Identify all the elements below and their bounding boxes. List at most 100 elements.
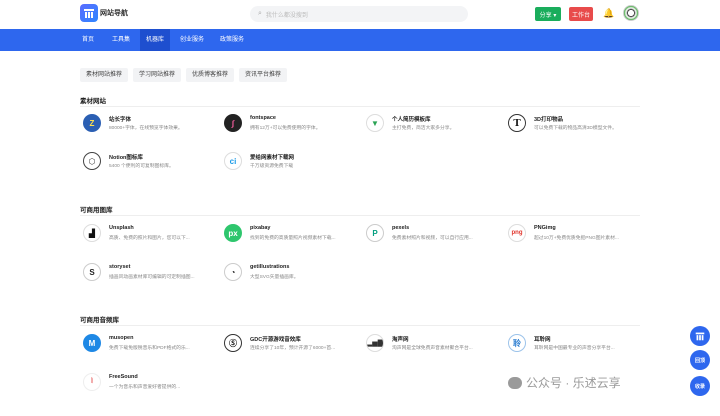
- site-card-title: 爱给网素材下载网: [250, 155, 295, 161]
- section-title: 素材网站: [80, 98, 106, 105]
- search-placeholder: 我什么都没搜到: [265, 12, 308, 19]
- site-card-desc: 5400 个便利的可复制图标库。: [109, 164, 174, 169]
- site-card-title: FreeSound: [109, 374, 138, 380]
- section-divider: [80, 325, 640, 326]
- site-card-desc: 可以免费下载的物品高清3D模型文件。: [534, 126, 617, 131]
- wechat-icon: [508, 376, 522, 389]
- t-icon: T: [508, 114, 526, 132]
- site-card-desc: 拥有12万+可以免费使用的字体。: [250, 126, 321, 131]
- watermark-text: 公众号 · 乐述云享: [526, 376, 621, 390]
- site-card-title: pixabay: [250, 225, 271, 231]
- site-card[interactable]: png PNGimg 超过10万+免费优质免抠PNG图片素材...: [508, 224, 638, 250]
- musopen-icon: M: [83, 334, 101, 352]
- site-card-title: 淘声网: [392, 337, 409, 343]
- search-input[interactable]: ⌕ 我什么都没搜到: [250, 6, 468, 22]
- top-bar: 网站导航 ⌕ 我什么都没搜到 分享 ▾ 工作台 🔔: [0, 0, 720, 28]
- site-card[interactable]: S storyset 插画风动画素材库可编辑的可定制插图...: [83, 263, 213, 289]
- avatar[interactable]: [623, 5, 639, 21]
- site-card-title: getillustrations: [250, 264, 290, 270]
- filter-pills: 素材网站推荐 学习网站推荐 优质博客推荐 资讯平台推荐: [80, 68, 288, 82]
- fontspace-icon: ∫: [224, 114, 242, 132]
- site-card-title: musopen: [109, 335, 134, 341]
- resume-icon: ▼: [366, 114, 384, 132]
- site-logo[interactable]: [80, 4, 98, 22]
- section-divider: [80, 106, 640, 107]
- site-card-desc: 大型SVG矢量插画库。: [250, 275, 299, 280]
- site-card-title: Notion图标库: [109, 155, 143, 161]
- site-card-desc: 找到的免费的高质量照片视频素材下载...: [250, 236, 336, 241]
- share-button[interactable]: 分享 ▾: [535, 7, 561, 21]
- site-card-desc: 插画风动画素材库可编辑的可定制插图...: [109, 275, 195, 280]
- site-card-desc: 高质、免费的照片和图片，您可以下...: [109, 236, 190, 241]
- site-card-title: fontspace: [250, 115, 276, 121]
- site-card[interactable]: Z 站长字体 80000+字体，在线预览字体效果。: [83, 114, 213, 140]
- site-card[interactable]: Ⓢ GDC开源游戏音效库 连续分享了10年，预计开源了6000+首...: [224, 334, 354, 360]
- site-card-title: Unsplash: [109, 225, 134, 231]
- site-card-desc: 免费素材照片和视频，可以自行应用...: [392, 236, 473, 241]
- site-card-desc: 淘声网是全球免费声音素材聚合平台...: [392, 346, 473, 351]
- nav-item-home[interactable]: 首页: [82, 29, 94, 51]
- site-card-desc: 主打免费，简洁大家多分享。: [392, 126, 455, 131]
- site-card-desc: 一个为音乐和声音爱好者提供的...: [109, 385, 181, 390]
- site-card[interactable]: ▼ 个人简历模板库 主打免费，简洁大家多分享。: [366, 114, 496, 140]
- site-card-desc: 连续分享了10年，预计开源了6000+首...: [250, 346, 336, 351]
- back-to-top-button[interactable]: 回顶: [690, 350, 710, 370]
- site-card-title: 站长字体: [109, 117, 132, 123]
- site-card-desc: 免费下载免版税音乐和PDF格式的乐...: [109, 346, 190, 351]
- site-card-desc: 80000+字体，在线预览字体效果。: [109, 126, 183, 131]
- site-card[interactable]: P pexels 免费素材照片和视频，可以自行应用...: [366, 224, 496, 250]
- gdc-icon: Ⓢ: [224, 334, 242, 352]
- cube-icon: ⬡: [83, 152, 101, 170]
- site-card[interactable]: ◔ getillustrations 大型SVG矢量插画库。: [224, 263, 354, 289]
- site-card[interactable]: T 3D打印物品 可以免费下载的物品高清3D模型文件。: [508, 114, 638, 140]
- aigei-icon: ci: [224, 152, 242, 170]
- pexels-icon: P: [366, 224, 384, 242]
- nav-item-library[interactable]: 机器库: [140, 29, 171, 51]
- workbench-button[interactable]: 工作台: [569, 7, 593, 21]
- z-icon: Z: [83, 114, 101, 132]
- nav-item-policy[interactable]: 政策服务: [220, 29, 244, 51]
- site-card-title: GDC开源游戏音效库: [250, 337, 301, 343]
- site-card-desc: 耳聆网是中国最专业的声音分享平台...: [534, 346, 615, 351]
- site-card[interactable]: px pixabay 找到的免费的高质量照片视频素材下载...: [224, 224, 354, 250]
- site-card[interactable]: ∫ fontspace 拥有12万+可以免费使用的字体。: [224, 114, 354, 140]
- main-nav: 首页 工具集 机器库 创业服务 政策服务: [0, 29, 720, 51]
- bell-icon[interactable]: 🔔: [603, 8, 614, 19]
- site-card-title: storyset: [109, 264, 131, 270]
- section-title: 可商用图库: [80, 207, 113, 214]
- site-card-desc: 千万级资源免费下载: [250, 164, 294, 169]
- filter-material[interactable]: 素材网站推荐: [80, 68, 129, 82]
- pixabay-icon: px: [224, 224, 242, 242]
- site-card[interactable]: ▟ Unsplash 高质、免费的照片和图片，您可以下...: [83, 224, 213, 250]
- site-card-title: 3D打印物品: [534, 117, 564, 123]
- site-name[interactable]: 网站导航: [100, 8, 128, 18]
- taosheng-icon: ▂▅▇: [366, 334, 384, 352]
- png-icon: png: [508, 224, 526, 242]
- site-card-desc: 超过10万+免费优质免抠PNG图片素材...: [534, 236, 619, 241]
- site-card[interactable]: ▂▅▇ 淘声网 淘声网是全球免费声音素材聚合平台...: [366, 334, 496, 360]
- search-icon: ⌕: [258, 10, 262, 17]
- site-card-title: pexels: [392, 225, 410, 231]
- site-card[interactable]: ⦚ FreeSound 一个为音乐和声音爱好者提供的...: [83, 373, 213, 399]
- getillus-icon: ◔: [224, 263, 242, 281]
- freesound-icon: ⦚: [83, 373, 101, 391]
- watermark: 公众号 · 乐述云享: [508, 374, 621, 391]
- nav-item-startup[interactable]: 创业服务: [180, 29, 204, 51]
- storyset-icon: S: [83, 263, 101, 281]
- submit-site-button[interactable]: 收录: [690, 376, 710, 396]
- filter-learning[interactable]: 学习网站推荐: [133, 68, 182, 82]
- site-card-title: 耳聆网: [534, 337, 551, 343]
- app-float-icon[interactable]: [690, 326, 710, 346]
- unsplash-icon: ▟: [83, 224, 101, 242]
- filter-news[interactable]: 资讯平台推荐: [239, 68, 288, 82]
- site-card[interactable]: 聆 耳聆网 耳聆网是中国最专业的声音分享平台...: [508, 334, 638, 360]
- section-divider: [80, 215, 640, 216]
- site-card[interactable]: ⬡ Notion图标库 5400 个便利的可复制图标库。: [83, 152, 213, 178]
- site-card-title: 个人简历模板库: [392, 117, 431, 123]
- nav-item-tools[interactable]: 工具集: [112, 29, 130, 51]
- section-title: 可商用音频库: [80, 317, 119, 324]
- filter-blog[interactable]: 优质博客推荐: [186, 68, 235, 82]
- site-card[interactable]: ci 爱给网素材下载网 千万级资源免费下载: [224, 152, 354, 178]
- site-card-title: PNGimg: [534, 225, 556, 231]
- site-card[interactable]: M musopen 免费下载免版税音乐和PDF格式的乐...: [83, 334, 213, 360]
